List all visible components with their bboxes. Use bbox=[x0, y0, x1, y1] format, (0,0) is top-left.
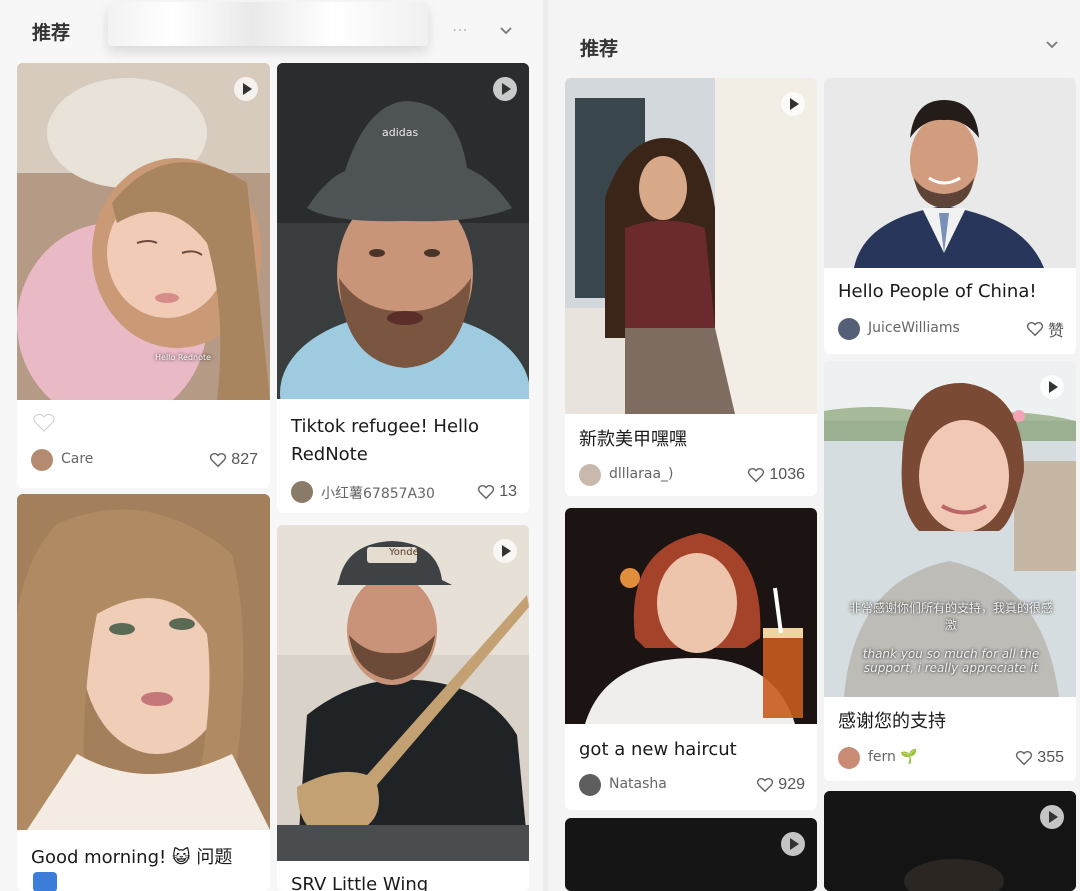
feed-card[interactable]: Hello People of China! JuiceWilliams 赞 bbox=[824, 78, 1076, 354]
author-name[interactable]: Care bbox=[61, 451, 93, 467]
play-icon[interactable] bbox=[1040, 805, 1064, 829]
blurred-tab-strip bbox=[108, 2, 428, 46]
feed-card[interactable]: 非常感谢你们所有的支持，我真的很感激 thank you so much for… bbox=[824, 361, 1076, 781]
avatar[interactable] bbox=[579, 774, 601, 796]
bearded-man-bucket-hat-photo bbox=[277, 63, 529, 399]
avatar[interactable] bbox=[291, 481, 313, 503]
avatar[interactable] bbox=[579, 464, 601, 486]
like-count: 赞 bbox=[1047, 323, 1064, 340]
cap-logo-text: Yonder bbox=[389, 547, 423, 558]
play-icon[interactable] bbox=[781, 92, 805, 116]
like-count: 13 bbox=[499, 483, 517, 500]
feed-card[interactable]: adidas Tiktok refugee! Hello RedNote 小红薯… bbox=[277, 63, 529, 513]
tab-recommend[interactable]: 推荐 bbox=[580, 34, 618, 61]
author-name[interactable]: Natasha bbox=[609, 776, 667, 792]
video-caption-en: thank you so much for all the support, i… bbox=[862, 647, 1040, 675]
avatar[interactable] bbox=[838, 318, 860, 340]
chevron-down-icon[interactable] bbox=[1045, 38, 1059, 52]
heart-icon bbox=[757, 777, 774, 793]
like-button[interactable]: 13 bbox=[477, 481, 517, 503]
white-heart-emoji-icon bbox=[33, 413, 55, 432]
man-playing-guitar-photo bbox=[277, 525, 529, 861]
author-name[interactable]: JuiceWilliams bbox=[868, 320, 960, 336]
feed-card[interactable] bbox=[824, 791, 1076, 891]
blonde-woman-selfie-photo bbox=[17, 494, 270, 830]
heart-icon bbox=[1016, 750, 1033, 766]
video-caption-cn: 非常感谢你们所有的支持，我真的很感激 bbox=[848, 601, 1053, 632]
feed-card[interactable]: Good morning! 😺 问题 bbox=[17, 494, 270, 891]
avatar[interactable] bbox=[838, 747, 860, 769]
heart-icon bbox=[478, 484, 495, 500]
like-count: 1036 bbox=[769, 466, 805, 483]
card-title[interactable]: Tiktok refugee! Hello RedNote bbox=[291, 413, 517, 469]
feed-header: 推荐 bbox=[548, 0, 1080, 61]
card-title[interactable]: 新款美甲嘿嘿 bbox=[579, 426, 805, 454]
feed-card[interactable]: 新款美甲嘿嘿 dlllaraa_) 1036 bbox=[565, 78, 817, 496]
card-thumbnail[interactable] bbox=[824, 78, 1076, 268]
dark-video-frame bbox=[824, 791, 1076, 891]
card-meta: JuiceWilliams 赞 bbox=[838, 316, 1064, 342]
red-haired-woman-with-drink-photo bbox=[565, 508, 817, 724]
play-icon[interactable] bbox=[493, 539, 517, 563]
heart-icon bbox=[1026, 321, 1044, 337]
card-meta: dlllaraa_) 1036 bbox=[579, 462, 805, 488]
like-button[interactable]: 355 bbox=[1015, 747, 1064, 769]
card-meta: fern 🌱 355 bbox=[838, 745, 1064, 771]
card-title[interactable]: 感谢您的支持 bbox=[838, 708, 1064, 736]
feed-header: 推荐 ⋯ bbox=[0, 0, 543, 58]
tab-recommend[interactable]: 推荐 bbox=[32, 18, 70, 45]
card-thumbnail[interactable] bbox=[824, 791, 1076, 891]
card-thumbnail[interactable]: Hello Rednote bbox=[17, 63, 270, 400]
author-name[interactable]: dlllaraa_) bbox=[609, 466, 674, 482]
like-button[interactable]: 827 bbox=[209, 449, 258, 471]
card-thumbnail[interactable] bbox=[565, 508, 817, 724]
arrow-emoji-icon bbox=[33, 872, 57, 891]
card-thumbnail[interactable] bbox=[17, 494, 270, 830]
card-thumbnail[interactable]: Yonder bbox=[277, 525, 529, 861]
play-icon[interactable] bbox=[234, 77, 258, 101]
card-title[interactable]: got a new haircut bbox=[579, 736, 805, 764]
feed-card[interactable]: got a new haircut Natasha 929 bbox=[565, 508, 817, 810]
man-in-suit-portrait-photo bbox=[824, 78, 1076, 268]
play-icon[interactable] bbox=[781, 832, 805, 856]
heart-icon bbox=[210, 452, 227, 468]
feed-card[interactable]: Hello Rednote Care 827 bbox=[17, 63, 270, 488]
card-title[interactable]: SRV Little Wing bbox=[291, 871, 517, 891]
chevron-down-icon[interactable] bbox=[499, 24, 513, 38]
like-button[interactable]: 1036 bbox=[747, 464, 805, 486]
like-count: 929 bbox=[778, 776, 805, 793]
author-name[interactable]: fern 🌱 bbox=[868, 749, 918, 765]
video-overlay-text: Hello Rednote bbox=[155, 353, 212, 362]
blurred-tab-fragment: ⋯ bbox=[452, 22, 468, 39]
feed-card[interactable] bbox=[565, 818, 817, 891]
card-thumbnail[interactable]: adidas bbox=[277, 63, 529, 399]
card-meta: Natasha 929 bbox=[579, 772, 805, 798]
play-icon[interactable] bbox=[493, 77, 517, 101]
hat-logo-text: adidas bbox=[382, 126, 419, 139]
card-thumbnail[interactable] bbox=[565, 818, 817, 891]
right-feed-screenshot: 推荐 新款美甲嘿嘿 dlllaraa_) 1036 Hello People o… bbox=[548, 0, 1080, 891]
card-title[interactable]: Hello People of China! bbox=[838, 278, 1064, 306]
like-count: 355 bbox=[1037, 749, 1064, 766]
avatar[interactable] bbox=[31, 449, 53, 471]
left-feed-screenshot: 推荐 ⋯ Hello Rednote Care 827 adidas Tikto… bbox=[0, 0, 543, 891]
like-button[interactable]: 赞 bbox=[1026, 318, 1064, 340]
woman-in-burgundy-top-photo bbox=[565, 78, 817, 414]
card-thumbnail[interactable]: 非常感谢你们所有的支持，我真的很感激 thank you so much for… bbox=[824, 361, 1076, 697]
like-button[interactable]: 929 bbox=[756, 774, 805, 796]
card-meta: 小红薯67857A30 13 bbox=[291, 479, 517, 505]
heart-icon bbox=[748, 467, 765, 483]
like-count: 827 bbox=[231, 451, 258, 468]
feed-card[interactable]: Yonder SRV Little Wing bbox=[277, 525, 529, 891]
card-meta: Care 827 bbox=[31, 447, 258, 473]
play-icon[interactable] bbox=[1040, 375, 1064, 399]
author-name[interactable]: 小红薯67857A30 bbox=[321, 483, 435, 503]
card-title[interactable]: Good morning! 😺 问题 bbox=[31, 844, 258, 872]
card-thumbnail[interactable] bbox=[565, 78, 817, 414]
sleeping-girl-photo bbox=[17, 63, 270, 400]
